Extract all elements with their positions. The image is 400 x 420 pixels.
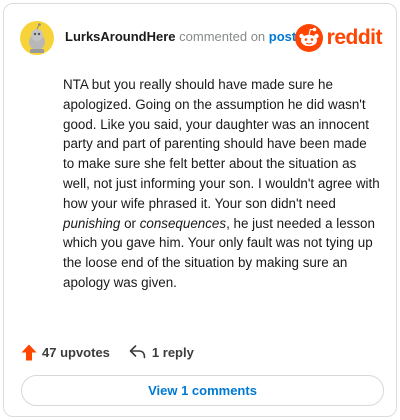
reddit-wordmark: reddit xyxy=(326,26,383,49)
comment-header: LurksAroundHere commented on post reddit xyxy=(20,21,383,61)
comment-card: LurksAroundHere commented on post reddit… xyxy=(3,3,397,417)
comment-body-emphasis-1: punishing xyxy=(63,215,121,231)
reply-count: 1 reply xyxy=(151,344,194,360)
reddit-snoo-icon xyxy=(294,24,323,52)
reply-arrow-icon xyxy=(129,345,146,359)
upvote-arrow-icon xyxy=(21,344,37,360)
upvotes-count: 47 upvotes xyxy=(42,344,110,360)
avatar-icon xyxy=(20,21,54,55)
comment-meta: LurksAroundHere commented on post xyxy=(65,29,296,44)
comment-actions: 47 upvotes 1 reply xyxy=(21,341,194,363)
comment-body-text-2: or xyxy=(120,215,140,231)
username[interactable]: LurksAroundHere xyxy=(65,29,176,44)
comment-body-text: NTA but you really should have made sure… xyxy=(63,77,380,211)
upvote-button[interactable]: 47 upvotes xyxy=(21,344,110,361)
user-avatar[interactable] xyxy=(20,21,54,55)
reply-button[interactable]: 1 reply xyxy=(129,345,194,360)
post-link[interactable]: post xyxy=(269,29,296,44)
comment-body: NTA but you really should have made sure… xyxy=(63,75,381,293)
view-comments-button[interactable]: View 1 comments xyxy=(21,375,384,406)
comment-action-text: commented on xyxy=(179,29,266,44)
reddit-logo[interactable]: reddit xyxy=(294,21,383,55)
comment-body-emphasis-2: consequences xyxy=(139,215,227,231)
